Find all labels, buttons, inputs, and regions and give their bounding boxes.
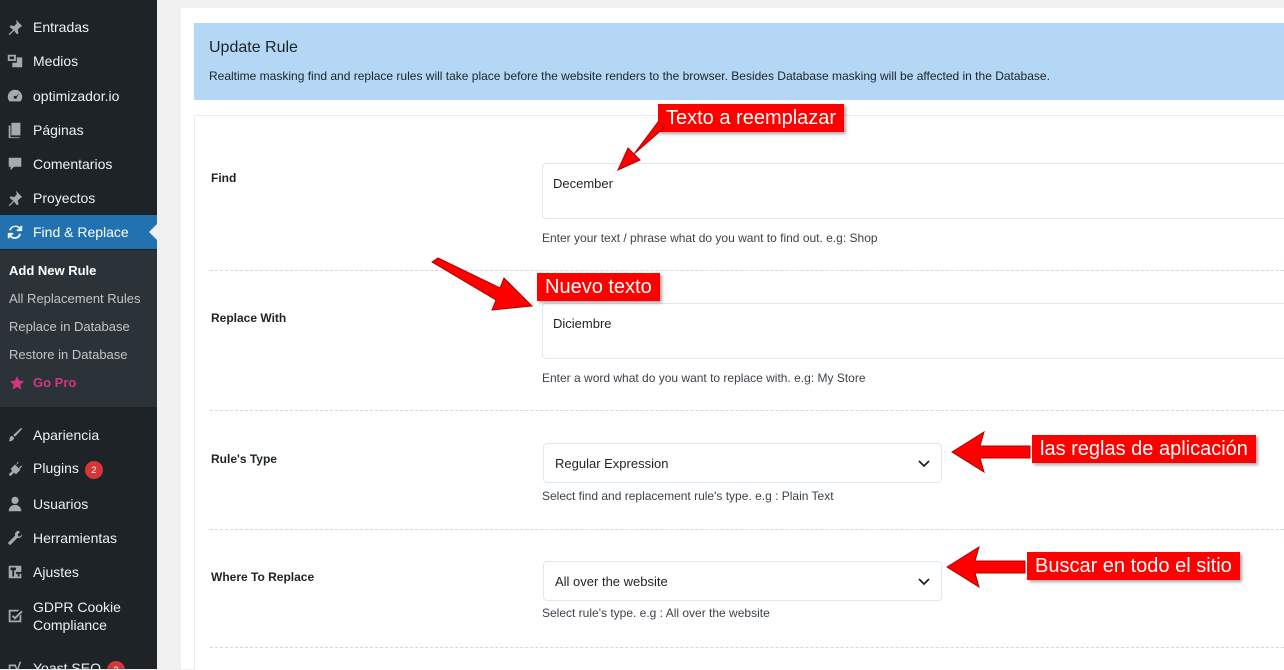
page-header: Update Rule Realtime masking find and re…: [194, 23, 1284, 100]
sidebar-item-proyectos[interactable]: Proyectos: [0, 181, 157, 215]
sidebar-item-label: Yoast SEO3: [33, 659, 125, 669]
rule-type-help: Select find and replacement rule's type.…: [542, 489, 834, 503]
sidebar-item-label: Ajustes: [33, 564, 79, 580]
sidebar-item-herramientas[interactable]: Herramientas: [0, 521, 157, 555]
checkbox-icon: [6, 607, 24, 625]
find-help: Enter your text / phrase what do you wan…: [542, 231, 878, 245]
page-description: Realtime masking find and replace rules …: [209, 69, 1050, 83]
rule-type-value: Regular Expression: [555, 456, 669, 471]
plugins-update-badge: 2: [84, 460, 103, 479]
sidebar-item-find-replace[interactable]: Find & Replace: [0, 215, 157, 249]
sidebar-item-label: GDPR Cookie Compliance: [33, 599, 121, 633]
where-help: Select rule's type. e.g : All over the w…: [542, 606, 770, 620]
go-pro-label: Go Pro: [33, 375, 77, 390]
annotation-replace: Nuevo texto: [537, 273, 660, 301]
star-icon: [10, 376, 24, 390]
row-divider: [210, 270, 1284, 271]
sidebar-item-paginas[interactable]: Páginas: [0, 113, 157, 147]
sidebar-item-plugins[interactable]: Plugins 2: [0, 452, 157, 486]
row-divider: [210, 647, 1284, 648]
sidebar-item-label: optimizador.io: [33, 88, 120, 104]
media-icon: [6, 52, 24, 70]
sidebar-item-optimizador[interactable]: optimizador.io: [0, 79, 157, 113]
arrow-icon: [616, 121, 665, 172]
comment-icon: [6, 155, 24, 173]
user-icon: [6, 495, 24, 513]
row-divider: [210, 410, 1284, 411]
sidebar-item-comentarios[interactable]: Comentarios: [0, 147, 157, 181]
wrench-icon: [6, 529, 24, 547]
sidebar-item-entradas[interactable]: Entradas: [0, 10, 157, 44]
yoast-icon: [6, 660, 24, 669]
pushpin-icon: [6, 189, 24, 207]
sidebar-item-gdpr[interactable]: GDPR Cookie Compliance: [0, 597, 157, 637]
pushpin-icon: [6, 18, 24, 36]
sidebar-item-label: Medios: [33, 53, 79, 69]
row-divider: [210, 529, 1284, 530]
chevron-down-icon: [917, 574, 931, 588]
sidebar-item-label: Páginas: [33, 122, 84, 138]
submenu-add-new-rule[interactable]: Add New Rule: [9, 262, 96, 280]
sidebar-item-apariencia[interactable]: Apariencia: [0, 418, 157, 452]
rule-type-label: Rule's Type: [211, 452, 277, 466]
admin-sidebar: Entradas Medios optimizador.io Páginas C…: [0, 0, 157, 669]
plugin-icon: [6, 460, 24, 478]
arrow-icon: [431, 257, 534, 311]
sidebar-item-label: Plugins 2: [33, 459, 103, 479]
sidebar-item-label: Entradas: [33, 19, 90, 35]
settings-icon: [6, 563, 24, 581]
replace-help: Enter a word what do you want to replace…: [542, 371, 866, 385]
sidebar-item-label: Proyectos: [33, 190, 96, 206]
sidebar-item-label: Herramientas: [33, 530, 118, 546]
annotation-find: Texto a reemplazar: [658, 104, 845, 132]
arrow-icon: [946, 545, 1026, 589]
submenu-all-replacement-rules[interactable]: All Replacement Rules: [9, 290, 141, 308]
where-label: Where To Replace: [211, 570, 315, 584]
sidebar-item-yoast[interactable]: Yoast SEO3: [0, 652, 157, 669]
find-label: Find: [211, 171, 237, 185]
replace-input[interactable]: Diciembre: [542, 303, 1284, 359]
yoast-badge: 3: [106, 660, 125, 669]
paintbrush-icon: [6, 426, 24, 444]
sidebar-item-label: Usuarios: [33, 496, 89, 512]
sidebar-item-usuarios[interactable]: Usuarios: [0, 487, 157, 521]
submenu-go-pro[interactable]: Go Pro: [9, 374, 76, 392]
chevron-down-icon: [917, 456, 931, 470]
submenu-replace-in-database[interactable]: Replace in Database: [9, 318, 130, 336]
replace-label: Replace With: [211, 311, 287, 325]
arrow-icon: [951, 430, 1031, 474]
where-value: All over the website: [555, 574, 668, 589]
page-title: Update Rule: [209, 39, 298, 56]
sidebar-item-label: Apariencia: [33, 427, 100, 443]
refresh-icon: [6, 223, 24, 241]
sidebar-item-label: Find & Replace: [33, 224, 129, 240]
gauge-icon: [6, 87, 24, 105]
sidebar-item-ajustes[interactable]: Ajustes: [0, 555, 157, 589]
pages-icon: [6, 121, 24, 139]
find-replace-submenu: Add New Rule All Replacement Rules Repla…: [0, 250, 157, 407]
annotation-where: Buscar en todo el sitio: [1027, 552, 1240, 580]
sidebar-item-label: Comentarios: [33, 156, 113, 172]
rule-type-select[interactable]: Regular Expression: [543, 443, 942, 483]
where-select[interactable]: All over the website: [543, 561, 942, 601]
sidebar-item-medios[interactable]: Medios: [0, 44, 157, 78]
submenu-restore-in-database[interactable]: Restore in Database: [9, 346, 128, 364]
annotation-rule-type: las reglas de aplicación: [1032, 435, 1256, 463]
